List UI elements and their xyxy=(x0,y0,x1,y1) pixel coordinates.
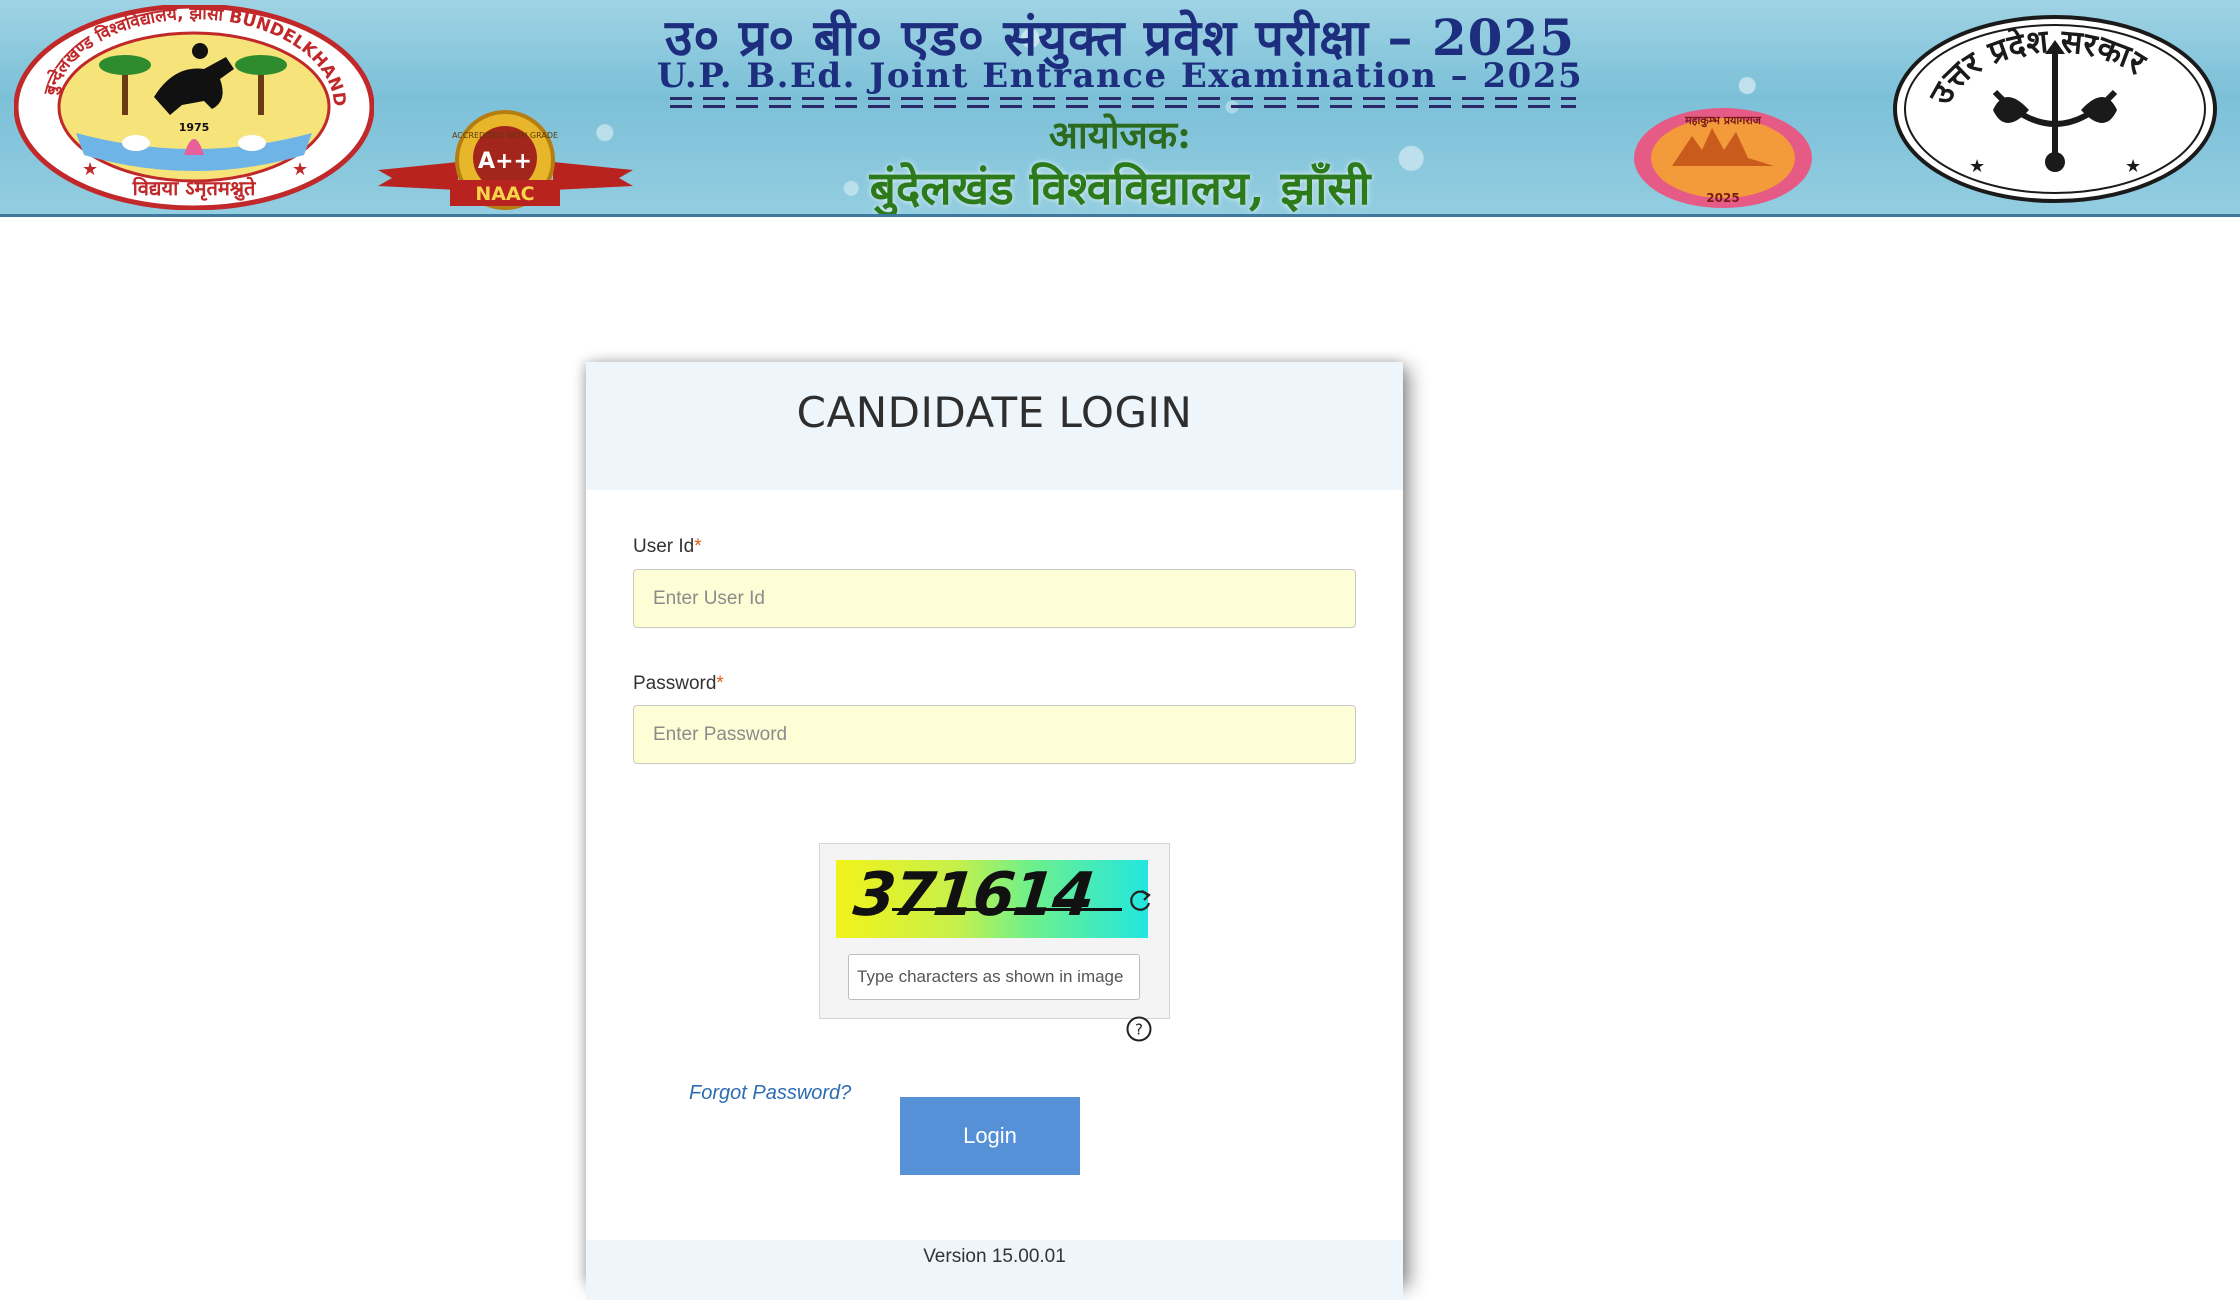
question-circle-icon[interactable]: ? xyxy=(1125,1015,1153,1043)
captcha-text: 371614 xyxy=(850,860,1097,930)
banner-organizer-name: बुंदेलखंड विश्वविद्यालय, झाँसी xyxy=(869,161,1371,215)
captcha-image: 371614 xyxy=(836,860,1148,938)
captcha-noise-line xyxy=(892,908,1122,911)
login-card: CANDIDATE LOGIN User Id* Password* 37161… xyxy=(586,362,1403,1300)
banner-title-english: U.P. B.Ed. Joint Entrance Examination – … xyxy=(656,56,1584,96)
banner-organizer-label: आयोजक: xyxy=(1048,112,1192,157)
version-text: Version 15.00.01 xyxy=(923,1246,1066,1267)
header-banner: बुन्देलखण्ड विश्वविद्यालय, झांसी BUNDELK… xyxy=(0,0,2240,217)
forgot-password-link[interactable]: Forgot Password? xyxy=(689,1082,851,1105)
user-id-label-text: User Id xyxy=(633,536,695,557)
password-label: Password* xyxy=(633,673,724,695)
captcha-input[interactable] xyxy=(848,954,1140,1000)
password-label-text: Password xyxy=(633,673,717,694)
refresh-icon[interactable] xyxy=(1126,886,1154,914)
required-marker: * xyxy=(716,673,724,694)
user-id-input[interactable] xyxy=(633,569,1356,628)
captcha-panel: 371614 xyxy=(819,843,1170,1019)
password-input[interactable] xyxy=(633,705,1356,764)
login-button[interactable]: Login xyxy=(900,1097,1080,1175)
required-marker: * xyxy=(694,536,702,557)
user-id-label: User Id* xyxy=(633,536,702,558)
svg-text:?: ? xyxy=(1135,1021,1143,1039)
login-title: CANDIDATE LOGIN xyxy=(796,388,1193,437)
